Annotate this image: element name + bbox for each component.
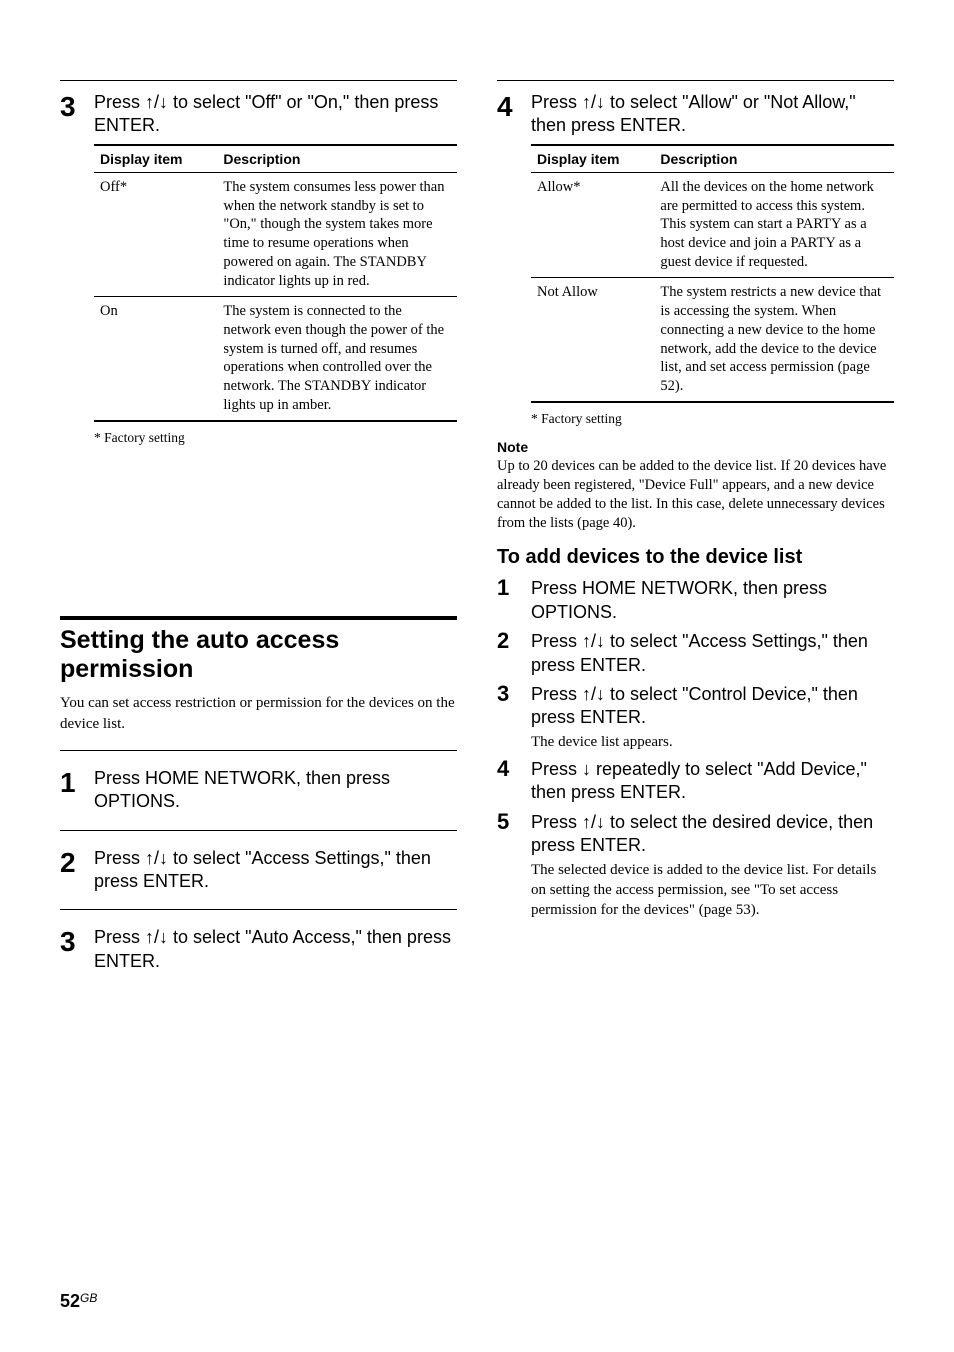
step-number: 1 xyxy=(60,769,82,797)
cell-desc: The system restricts a new device that i… xyxy=(654,278,894,403)
step-number: 2 xyxy=(497,630,519,652)
page-footer: 52GB xyxy=(60,1271,894,1312)
cell-item: Off* xyxy=(94,172,217,296)
step-text: Press ↑/↓ to select "Allow" or "Not Allo… xyxy=(531,91,894,138)
page-region: GB xyxy=(80,1291,97,1305)
step-text: Press ↑/↓ to select the desired device, … xyxy=(531,811,894,858)
step-subtext: The device list appears. xyxy=(531,732,894,752)
cell-desc: All the devices on the home network are … xyxy=(654,172,894,277)
sub-heading-add-devices: To add devices to the device list xyxy=(497,546,894,569)
step-number: 3 xyxy=(497,683,519,705)
right-column: 4 Press ↑/↓ to select "Allow" or "Not Al… xyxy=(497,70,894,1271)
table-header-item: Display item xyxy=(531,145,654,173)
left-column: 3 Press ↑/↓ to select "Off" or "On," the… xyxy=(60,70,457,1271)
allow-table: Display item Description Allow* All the … xyxy=(531,144,894,403)
step-text: Press HOME NETWORK, then press OPTIONS. xyxy=(531,577,894,624)
step-number: 3 xyxy=(60,93,82,121)
table-row: Not Allow The system restricts a new dev… xyxy=(531,278,894,403)
cell-item: Allow* xyxy=(531,172,654,277)
up-arrow-icon: ↑ xyxy=(582,684,591,704)
right-step-4: 4 Press ↑/↓ to select "Allow" or "Not Al… xyxy=(497,91,894,427)
down-arrow-icon: ↓ xyxy=(596,631,605,651)
cell-item: Not Allow xyxy=(531,278,654,403)
left-step-3: 3 Press ↑/↓ to select "Off" or "On," the… xyxy=(60,91,457,446)
note-label: Note xyxy=(497,439,894,455)
down-arrow-icon: ↓ xyxy=(159,848,168,868)
step-number: 4 xyxy=(497,93,519,121)
add-step-1: 1 Press HOME NETWORK, then press OPTIONS… xyxy=(497,577,894,624)
factory-setting-footnote: * Factory setting xyxy=(531,411,894,427)
left-access-step-1: 1 Press HOME NETWORK, then press OPTIONS… xyxy=(60,767,457,814)
add-step-4: 4 Press ↓ repeatedly to select "Add Devi… xyxy=(497,758,894,805)
table-row: On The system is connected to the networ… xyxy=(94,296,457,421)
step-text: Press ↑/↓ to select "Access Settings," t… xyxy=(94,847,457,894)
down-arrow-icon: ↓ xyxy=(596,92,605,112)
section-heading-auto-access: Setting the auto access permission xyxy=(60,626,457,684)
table-header-desc: Description xyxy=(654,145,894,173)
cell-desc: The system consumes less power than when… xyxy=(217,172,457,296)
table-header-item: Display item xyxy=(94,145,217,173)
step-number: 2 xyxy=(60,849,82,877)
add-step-2: 2 Press ↑/↓ to select "Access Settings,"… xyxy=(497,630,894,677)
table-row: Allow* All the devices on the home netwo… xyxy=(531,172,894,277)
left-access-step-2: 2 Press ↑/↓ to select "Access Settings,"… xyxy=(60,847,457,894)
up-arrow-icon: ↑ xyxy=(582,812,591,832)
page-number: 52 xyxy=(60,1291,80,1311)
step-text: Press ↑/↓ to select "Control Device," th… xyxy=(531,683,894,730)
add-step-3: 3 Press ↑/↓ to select "Control Device," … xyxy=(497,683,894,752)
note-body: Up to 20 devices can be added to the dev… xyxy=(497,457,894,532)
down-arrow-icon: ↓ xyxy=(159,92,168,112)
down-arrow-icon: ↓ xyxy=(582,759,591,779)
down-arrow-icon: ↓ xyxy=(159,927,168,947)
down-arrow-icon: ↓ xyxy=(596,684,605,704)
step-text: Press ↑/↓ to select "Off" or "On," then … xyxy=(94,91,457,138)
factory-setting-footnote: * Factory setting xyxy=(94,430,457,446)
step-text: Press ↑/↓ to select "Auto Access," then … xyxy=(94,926,457,973)
step-number: 3 xyxy=(60,928,82,956)
up-arrow-icon: ↑ xyxy=(582,631,591,651)
off-on-table: Display item Description Off* The system… xyxy=(94,144,457,422)
step-number: 5 xyxy=(497,811,519,833)
up-arrow-icon: ↑ xyxy=(145,848,154,868)
step-subtext: The selected device is added to the devi… xyxy=(531,860,894,921)
left-access-step-3: 3 Press ↑/↓ to select "Auto Access," the… xyxy=(60,926,457,973)
step-number: 1 xyxy=(497,577,519,599)
step-text: Press HOME NETWORK, then press OPTIONS. xyxy=(94,767,457,814)
step-text: Press ↓ repeatedly to select "Add Device… xyxy=(531,758,894,805)
cell-desc: The system is connected to the network e… xyxy=(217,296,457,421)
table-row: Off* The system consumes less power than… xyxy=(94,172,457,296)
cell-item: On xyxy=(94,296,217,421)
add-step-5: 5 Press ↑/↓ to select the desired device… xyxy=(497,811,894,921)
section-intro: You can set access restriction or permis… xyxy=(60,693,457,734)
step-text: Press ↑/↓ to select "Access Settings," t… xyxy=(531,630,894,677)
up-arrow-icon: ↑ xyxy=(582,92,591,112)
up-arrow-icon: ↑ xyxy=(145,927,154,947)
up-arrow-icon: ↑ xyxy=(145,92,154,112)
step-number: 4 xyxy=(497,758,519,780)
table-header-desc: Description xyxy=(217,145,457,173)
down-arrow-icon: ↓ xyxy=(596,812,605,832)
